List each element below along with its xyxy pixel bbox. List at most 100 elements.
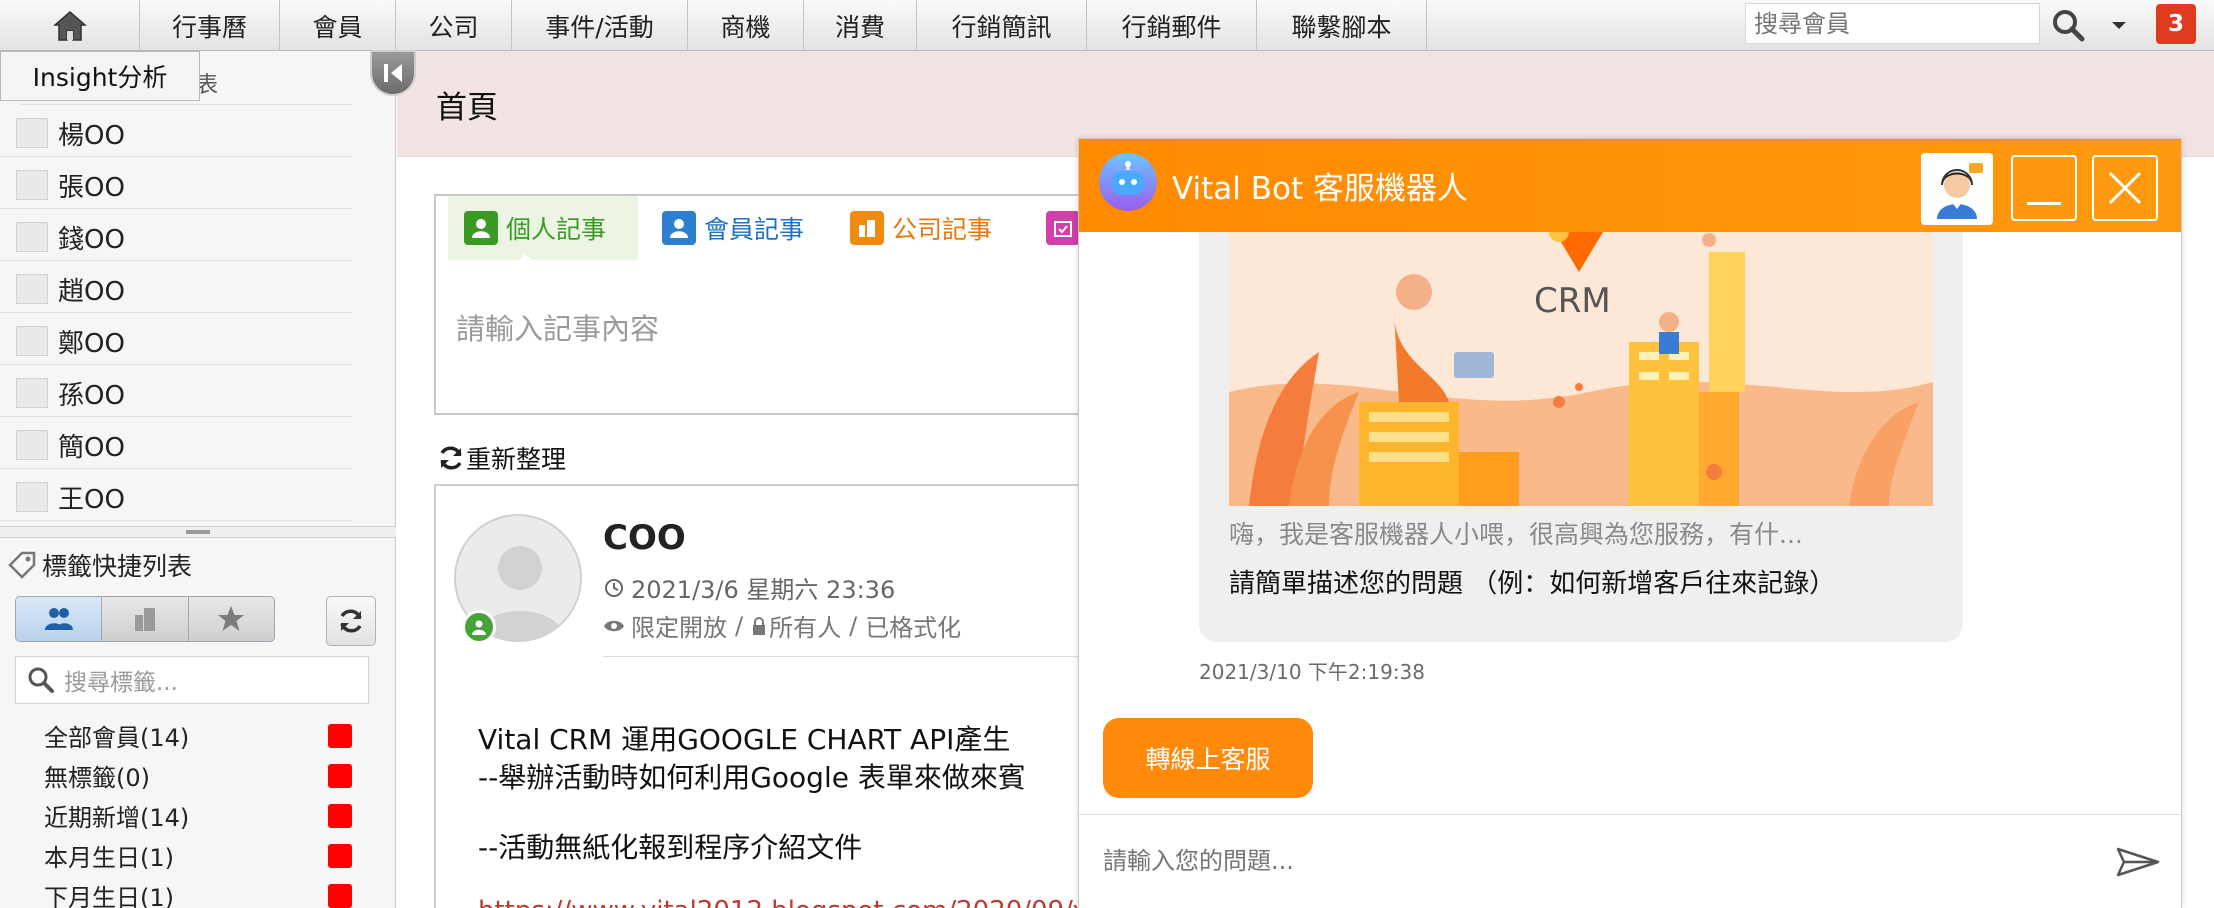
post-author[interactable]: COO	[603, 518, 686, 558]
contact-avatar-icon	[16, 326, 48, 356]
tag-item[interactable]: 全部會員(14)	[44, 718, 364, 752]
contact-item[interactable]: 張OO	[0, 157, 352, 209]
tab-pointer	[516, 254, 534, 262]
tag-label: 下月生日(1)	[44, 884, 174, 908]
contact-avatar-icon	[16, 430, 48, 460]
post-body-line: --舉辦活動時如何利用Google 表單來做來賓	[478, 761, 1026, 794]
post-datetime-text: 2021/3/6 星期六 23:36	[631, 576, 896, 604]
user-badge-icon	[462, 610, 496, 644]
contact-name: 簡OO	[58, 433, 125, 463]
minimize-button[interactable]	[2011, 155, 2077, 221]
refresh-icon	[340, 609, 362, 633]
tag-type-switcher	[15, 596, 275, 642]
crm-banner-illustration: CRM	[1229, 232, 1933, 506]
nav-sms-marketing[interactable]: 行銷簡訊	[917, 0, 1087, 51]
tag-color-swatch	[328, 764, 352, 788]
search-icon[interactable]	[2050, 7, 2086, 43]
tag-item[interactable]: 無標籤(0)	[44, 758, 364, 792]
close-button[interactable]	[2092, 155, 2158, 221]
nav-opportunities[interactable]: 商機	[688, 0, 804, 51]
notification-badge[interactable]: 3	[2156, 4, 2196, 44]
banner-crm-label: CRM	[1534, 281, 1611, 321]
tag-label: 無標籤(0)	[44, 764, 150, 792]
contact-item[interactable]: 趙OO	[0, 261, 352, 313]
tag-color-swatch	[328, 884, 352, 908]
member-search-input[interactable]	[1745, 3, 2040, 44]
tag-color-swatch	[328, 724, 352, 748]
tag-color-swatch	[328, 804, 352, 828]
contact-item[interactable]: 楊OO	[0, 105, 352, 157]
contact-item[interactable]: 錢OO	[0, 209, 352, 261]
contact-item[interactable]: 孫OO	[0, 365, 352, 417]
nav-contact-scripts[interactable]: 聯繫腳本	[1257, 0, 1427, 51]
tab-label: 個人記事	[506, 215, 607, 244]
contact-avatar-icon	[16, 378, 48, 408]
refresh-feed-button[interactable]: 重新整理	[436, 440, 566, 476]
nav-email-marketing[interactable]: 行銷郵件	[1087, 0, 1257, 51]
eye-icon	[604, 620, 624, 631]
tab-member-note[interactable]: 會員記事	[646, 196, 826, 260]
tag-item[interactable]: 本月生日(1)	[44, 838, 364, 872]
tag-label: 近期新增(14)	[44, 804, 190, 832]
tag-section-title: 標籤快捷列表	[42, 552, 193, 581]
contact-name: 趙OO	[58, 277, 125, 307]
tag-filter-members[interactable]	[16, 597, 103, 641]
tag-search-placeholder: 搜尋標籤...	[64, 670, 178, 696]
page-title: 首頁	[436, 90, 498, 126]
contact-name: 孫OO	[58, 381, 125, 411]
note-composer: 個人記事 會員記事 公司記事 請輸入記事內容	[434, 194, 1174, 415]
format-text: 已格式化	[865, 614, 962, 642]
chat-message-input[interactable]	[1103, 841, 2063, 881]
nav-events[interactable]: 事件/活動	[512, 0, 688, 51]
chat-input-bar	[1079, 814, 2181, 908]
post-body-line: Vital CRM 運用GOOGLE CHART API產生	[478, 723, 1011, 756]
chat-messages: CRM 嗨，我是客服機器人小喂，很高興為您服務，有什... 請簡單描述您的問題 …	[1079, 232, 2181, 814]
bot-message-bubble: CRM 嗨，我是客服機器人小喂，很高興為您服務，有什... 請簡單描述您的問題 …	[1199, 232, 1963, 642]
contact-name: 張OO	[58, 173, 125, 203]
tag-item[interactable]: 近期新增(14)	[44, 798, 364, 832]
contact-item[interactable]: 王OO	[0, 469, 352, 521]
transfer-to-agent-button[interactable]: 轉線上客服	[1103, 718, 1313, 798]
send-button[interactable]	[2115, 839, 2161, 885]
nav-purchases[interactable]: 消費	[804, 0, 917, 51]
tab-label: 會員記事	[704, 215, 805, 244]
bot-prompt-text: 請簡單描述您的問題 （例：如何新增客戶往來記錄）	[1229, 569, 1836, 599]
chatbot-title: Vital Bot 客服機器人	[1172, 171, 1468, 207]
tag-item[interactable]: 下月生日(1)	[44, 878, 364, 908]
nav-members[interactable]: 會員	[280, 0, 396, 51]
building-icon	[850, 211, 884, 245]
member-icon	[662, 211, 696, 245]
refresh-label: 重新整理	[466, 445, 567, 474]
post-datetime: 2021/3/6 星期六 23:36	[603, 570, 895, 605]
bot-greeting-preview: 嗨，我是客服機器人小喂，很高興為您服務，有什...	[1229, 520, 1803, 549]
tab-label: 公司記事	[892, 215, 993, 244]
close-icon	[2108, 171, 2142, 205]
contact-item[interactable]: 簡OO	[0, 417, 352, 469]
collapse-sidebar-button[interactable]	[370, 50, 416, 96]
star-icon	[218, 606, 245, 631]
home-button[interactable]	[0, 0, 140, 51]
home-icon	[52, 10, 87, 41]
note-content-input[interactable]: 請輸入記事內容	[456, 306, 659, 348]
tag-filter-favorites[interactable]	[189, 597, 274, 641]
calendar-icon	[1046, 211, 1080, 245]
refresh-tags-button[interactable]	[326, 596, 376, 646]
contact-item[interactable]: 鄭OO	[0, 313, 352, 365]
tab-company-note[interactable]: 公司記事	[834, 196, 1024, 260]
robot-icon	[1099, 153, 1157, 211]
nav-company[interactable]: 公司	[396, 0, 512, 51]
members-icon	[44, 608, 73, 630]
nav-calendar[interactable]: 行事曆	[140, 0, 280, 51]
sidebar-splitter[interactable]	[0, 526, 396, 538]
human-agent-button[interactable]	[1921, 153, 1993, 225]
chatbot-window: Vital Bot 客服機器人 CRM 嗨，我是客服機器人小喂，很高興為您服務，…	[1078, 138, 2182, 908]
contact-avatar-icon	[16, 274, 48, 304]
contact-avatar-icon	[16, 222, 48, 252]
tag-filter-companies[interactable]	[102, 597, 189, 641]
separator: /	[735, 611, 744, 640]
tag-search-input[interactable]: 搜尋標籤...	[15, 656, 369, 704]
insight-analysis-tab[interactable]: Insight分析	[0, 51, 200, 101]
caret-down-icon[interactable]	[2106, 12, 2132, 38]
tab-personal-note[interactable]: 個人記事	[448, 196, 638, 260]
tag-icon	[8, 551, 36, 579]
